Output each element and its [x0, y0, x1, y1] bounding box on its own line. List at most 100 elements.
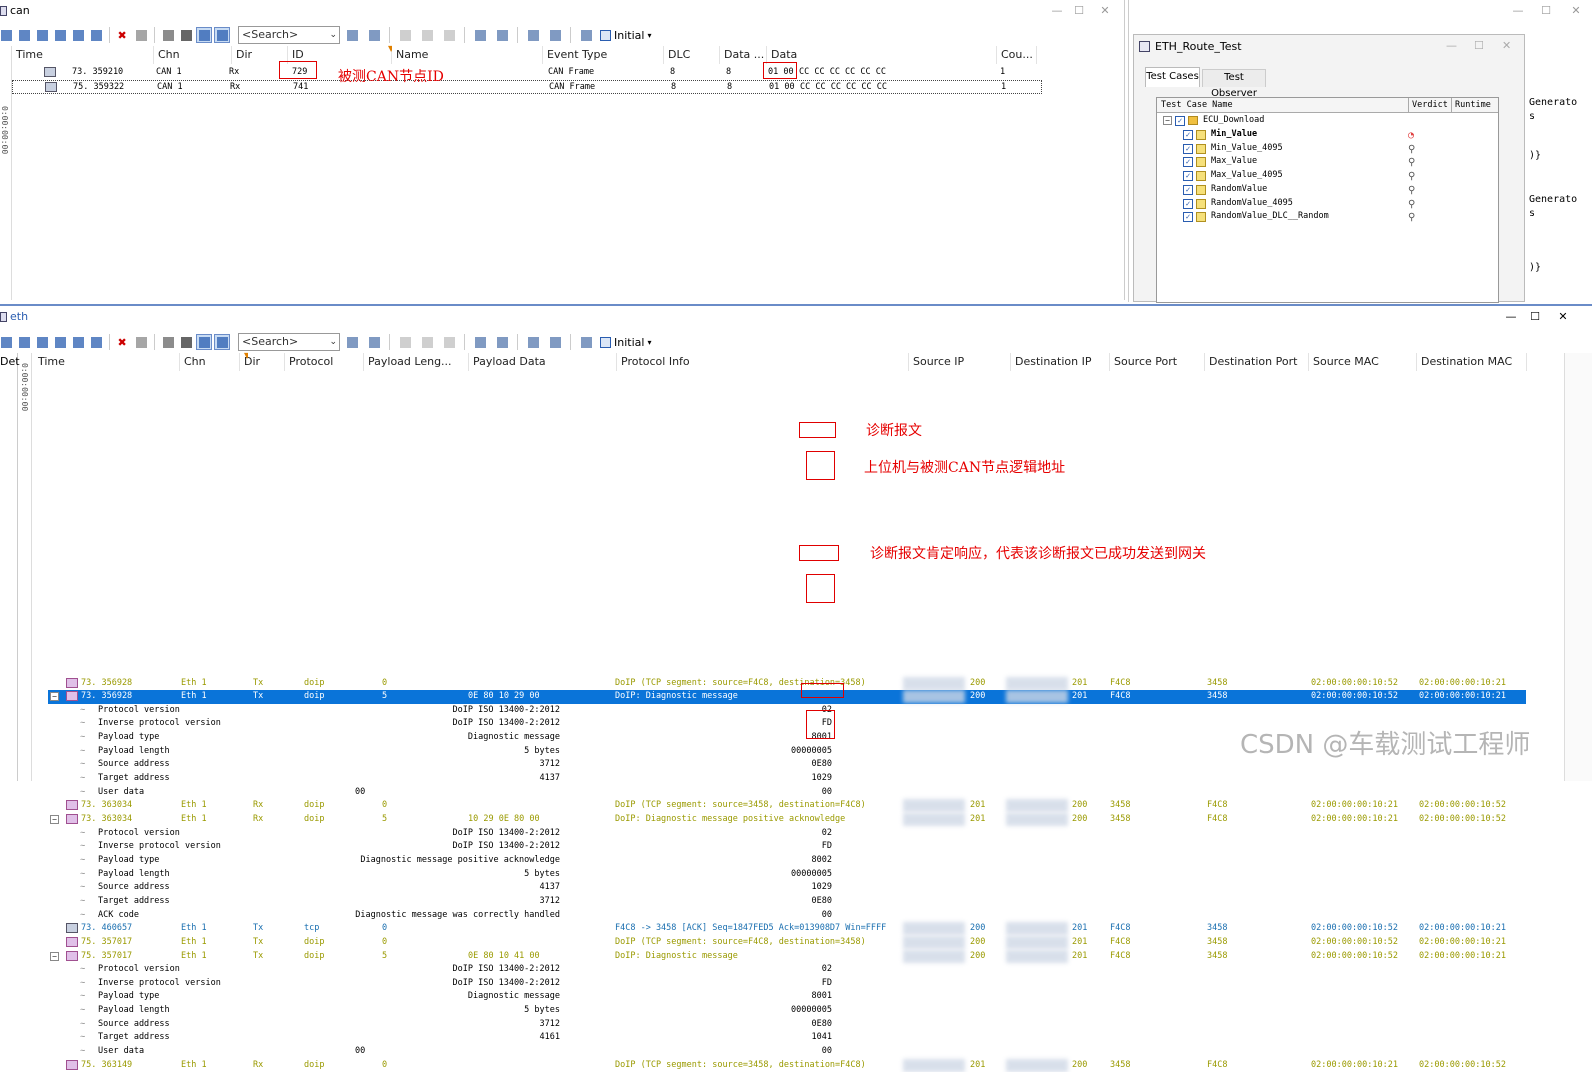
eth-field-row[interactable]: ∼ Protocol version DoIP ISO 13400-2:2012 02 [80, 704, 880, 718]
frame-expand-toggle[interactable]: − [50, 815, 59, 824]
route-close-button[interactable]: ✕ [1502, 39, 1511, 52]
can-filter-del-button[interactable] [70, 27, 86, 43]
can-filter-remove-button[interactable] [52, 27, 68, 43]
eth-field-row[interactable]: ∼ Inverse protocol version DoIP ISO 13400-… [80, 977, 880, 991]
test-case-checkbox[interactable]: ✓ [1183, 157, 1193, 168]
eth-maximize-button[interactable]: ☐ [1524, 306, 1546, 328]
can-find-button[interactable] [88, 27, 104, 43]
can-col-header[interactable]: Data ... [720, 46, 767, 64]
eth-clear-button[interactable]: ✖ [115, 334, 131, 350]
eth-field-row[interactable]: ∼ Source address 3712 0E80 [80, 1018, 880, 1032]
frame-expand-toggle[interactable]: − [50, 692, 59, 702]
eth-filter-add-button[interactable] [16, 334, 32, 350]
eth-field-row[interactable]: ∼ Inverse protocol version DoIP ISO 13400-… [80, 717, 880, 731]
can-col-header[interactable]: DLC [664, 46, 720, 64]
frame-expand-toggle[interactable]: − [50, 951, 59, 961]
eth-col-header[interactable]: Destination MAC [1417, 353, 1527, 371]
can-layout-button[interactable] [470, 27, 490, 43]
can-chart-button[interactable] [576, 27, 596, 43]
eth-col-header[interactable]: Protocol Info [617, 353, 909, 371]
group-checkbox[interactable]: ✓ [1175, 116, 1185, 126]
can-filter-button[interactable] [0, 27, 14, 43]
can-find-next-button[interactable] [342, 27, 362, 43]
eth-chart-button[interactable] [576, 334, 596, 350]
eth-col-header[interactable]: Source IP [909, 353, 1011, 371]
eth-field-row[interactable]: ∼ ACK code Diagnostic message was correctl… [80, 909, 880, 923]
minimize-button[interactable]: — [1046, 0, 1068, 22]
eth-col-header[interactable]: Source MAC [1309, 353, 1417, 371]
close-button[interactable]: ✕ [1094, 0, 1116, 22]
eth-field-row[interactable]: ∼ Payload length 5 bytes 00000005 [80, 1004, 880, 1018]
eth-field-row[interactable]: ∼ Payload length 5 bytes 00000005 [80, 745, 880, 759]
eth-col-header[interactable]: Destination IP [1011, 353, 1110, 371]
can-filter-add-button[interactable] [16, 27, 32, 43]
can-col-header[interactable]: Cou... [997, 46, 1037, 64]
test-group-row[interactable]: − ✓ ECU_Download [1157, 114, 1498, 128]
test-case-checkbox[interactable]: ✓ [1183, 130, 1193, 140]
eth-field-row[interactable]: ∼ Payload type Diagnostic message 8001 [80, 990, 880, 1004]
group-collapse-toggle[interactable]: − [1163, 116, 1172, 125]
test-case-row[interactable]: ✓ Max_Value ⚲ [1157, 155, 1498, 169]
eth-pause-button[interactable] [160, 334, 176, 350]
eth-initial-layout-button[interactable]: Initial ▾ [600, 336, 651, 349]
eth-field-row[interactable]: ∼ Inverse protocol version DoIP ISO 13400-… [80, 840, 880, 854]
test-case-checkbox[interactable]: ✓ [1183, 212, 1193, 223]
eth-field-row[interactable]: ∼ User data 00 00 [80, 1045, 880, 1059]
can-initial-layout-button[interactable]: Initial ▾ [600, 29, 651, 42]
eth-col-header[interactable]: Time [34, 353, 180, 371]
can-clear-button[interactable]: ✖ [115, 27, 131, 43]
eth-col-header[interactable]: Chn [180, 353, 240, 371]
eth-filter-del-button[interactable] [70, 334, 86, 350]
eth-config-button[interactable] [523, 334, 543, 350]
eth-layout2-button[interactable] [492, 334, 512, 350]
can-col-header[interactable]: Name [392, 46, 543, 64]
can-nav-mark-button[interactable] [439, 27, 459, 43]
eth-frame-row[interactable]: 73. 460657 Eth 1 Tx tcp 0 F4C8 -> 3458 [ACK] … [48, 922, 1526, 936]
can-config-button[interactable] [523, 27, 543, 43]
can-detail-button[interactable] [196, 27, 212, 43]
eth-frame-row[interactable]: − 75. 357017 Eth 1 Tx doip 5 0E 80 10 41 00 DoI… [48, 949, 1526, 964]
eth-col-header[interactable]: Payload Leng... [364, 353, 469, 371]
eth-col-header[interactable]: Payload Data [469, 353, 617, 371]
test-case-row[interactable]: ✓ Min_Value ◔ [1157, 128, 1498, 142]
eth-filter-button[interactable] [0, 334, 14, 350]
eth-find-next-button[interactable] [342, 334, 362, 350]
test-case-row[interactable]: ✓ Min_Value_4095 ⚲ [1157, 142, 1498, 156]
can-row[interactable]: 75. 359322 CAN 1 Rx 741 CAN Frame 8 8 01 00 CC C… [12, 80, 1042, 94]
eth-frame-row[interactable]: 73. 363034 Eth 1 Rx doip 0 DoIP (TCP segment:… [48, 799, 1526, 813]
test-case-row[interactable]: ✓ RandomValue ⚲ [1157, 183, 1498, 197]
test-case-checkbox[interactable]: ✓ [1183, 171, 1193, 182]
can-find-prev-button[interactable] [364, 27, 384, 43]
route-minimize-button[interactable]: — [1446, 39, 1457, 52]
eth-field-row[interactable]: ∼ User data 00 00 [80, 786, 880, 800]
eth-col-header[interactable]: Source Port [1110, 353, 1205, 371]
can-search-input[interactable]: <Search> ⌄ [238, 26, 340, 44]
test-case-row[interactable]: ✓ RandomValue_DLC__Random ⚲ [1157, 210, 1498, 224]
test-case-checkbox[interactable]: ✓ [1183, 198, 1193, 209]
right-maximize-button[interactable]: ☐ [1535, 0, 1557, 22]
eth-frame-row[interactable]: − 73. 356928 Eth 1 Tx doip 5 0E 80 10 29 00 DoI… [48, 690, 1526, 704]
can-col-header[interactable]: Chn [154, 46, 232, 64]
eth-nav-mark-button[interactable] [439, 334, 459, 350]
eth-frame-row[interactable]: 73. 356928 Eth 1 Tx doip 0 DoIP (TCP segment:… [48, 676, 1526, 691]
eth-nav-fwd-button[interactable] [417, 334, 437, 350]
eth-detail2-button[interactable] [214, 334, 230, 350]
eth-close-button[interactable]: ✕ [1552, 306, 1574, 328]
test-case-row[interactable]: ✓ Max_Value_4095 ⚲ [1157, 169, 1498, 183]
eth-field-row[interactable]: ∼ Protocol version DoIP ISO 13400-2:2012 02 [80, 963, 880, 977]
can-font-button[interactable] [545, 27, 565, 43]
can-layout2-button[interactable] [492, 27, 512, 43]
eth-find-button[interactable] [88, 334, 104, 350]
eth-scrollbar[interactable] [1564, 353, 1592, 781]
test-case-row[interactable]: ✓ RandomValue_4095 ⚲ [1157, 197, 1498, 211]
can-col-header[interactable]: Time [12, 46, 154, 64]
eth-frame-row[interactable]: − 73. 363034 Eth 1 Rx doip 5 10 29 0E 80 00 DoI… [48, 813, 1526, 827]
eth-nav-back-button[interactable] [395, 334, 415, 350]
eth-field-row[interactable]: ∼ Target address 3712 0E80 [80, 895, 880, 909]
eth-frame-row[interactable]: 75. 357017 Eth 1 Tx doip 0 DoIP (TCP segment:… [48, 935, 1526, 950]
eth-minimize-button[interactable]: — [1500, 306, 1522, 328]
tab-test-observer[interactable]: Test Observer [1202, 69, 1266, 99]
eth-font-button[interactable] [545, 334, 565, 350]
eth-frame-row[interactable]: 75. 363149 Eth 1 Rx doip 0 DoIP (TCP segment:… [48, 1058, 1526, 1072]
eth-col-header[interactable]: Protocol [285, 353, 364, 371]
